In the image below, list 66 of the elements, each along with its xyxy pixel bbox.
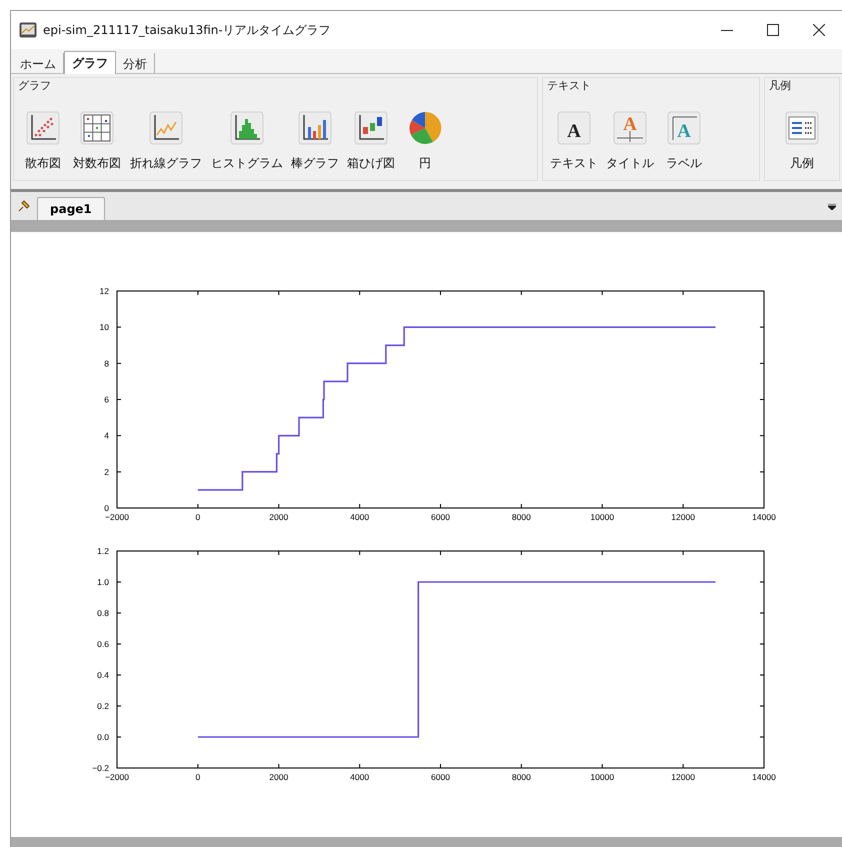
y-tick-label: 0.4 [97,670,109,680]
ribbon-button[interactable]: A ラベル [659,111,709,172]
pin-icon[interactable] [17,199,31,213]
y-tick-label: 1.0 [97,577,109,587]
ribbon-button[interactable]: A タイトル [603,111,657,172]
dropdown-arrow-icon[interactable] [828,204,836,210]
app-icon [19,22,37,38]
ribbon-button[interactable]: 箱ひげ図 [344,111,398,172]
title-icon: A [613,111,647,145]
close-icon[interactable] [813,24,825,36]
y-tick-label: 12 [100,286,109,296]
x-tick-label: 12000 [671,512,695,522]
y-tick-label: 0 [104,503,109,513]
x-tick-label: 12000 [671,772,695,782]
ribbon-tab[interactable]: 分析 [116,53,155,73]
y-tick-label: 6 [104,394,109,404]
x-tick-label: −2000 [105,772,129,782]
x-tick-label: 14000 [752,512,776,522]
text-icon: A [557,111,591,145]
group-title: テキスト [547,78,592,93]
y-tick-label: 1.2 [97,546,109,556]
label-icon: A [667,111,701,145]
grid-icon [80,111,114,145]
page-tab[interactable]: page1 [37,197,105,220]
y-tick-label: 8 [104,358,109,368]
x-tick-label: 6000 [431,512,450,522]
ribbon-button[interactable]: 対数布図 [70,111,124,172]
ribbon-tab[interactable]: グラフ [64,51,116,74]
group-title: 凡例 [769,78,792,93]
y-tick-label: 0.8 [97,608,109,618]
scatter-icon [26,111,60,145]
x-tick-label: 14000 [752,772,776,782]
x-tick-label: 4000 [350,772,370,782]
x-tick-label: 6000 [431,772,450,782]
x-tick-label: 0 [196,772,200,782]
group-title: グラフ [18,78,52,93]
x-tick-label: 4000 [350,512,370,522]
ribbon-button[interactable]: A テキスト [547,111,601,172]
box-icon [354,111,388,145]
x-tick-label: 8000 [512,772,531,782]
ribbon-button[interactable]: 折れ線グラフ [126,111,206,172]
y-tick-label: 10 [100,322,109,332]
window-title: epi-sim_211117_taisaku13fin-リアルタイムグラフ [43,22,331,38]
y-tick-label: 0.6 [97,639,109,649]
bar-icon [298,111,332,145]
x-tick-label: 2000 [269,512,288,522]
ribbon-button[interactable]: 散布図 [18,111,68,172]
x-tick-label: 10000 [590,772,614,782]
y-tick-label: 2 [104,466,109,477]
maximize-icon[interactable] [767,24,779,36]
ribbon-button[interactable]: ヒストグラム [208,111,286,172]
y-tick-label: 0.2 [97,701,109,711]
x-tick-label: 2000 [269,772,288,782]
y-tick-label: 0.0 [97,732,109,742]
x-tick-label: 10000 [590,512,614,522]
x-tick-label: 0 [196,512,200,522]
hist-icon [230,111,264,145]
ribbon-button[interactable]: 円 [400,111,450,172]
x-tick-label: 8000 [512,512,531,522]
y-tick-label: −0.2 [92,763,109,773]
pie-icon [408,111,442,145]
legend-icon [785,111,819,145]
x-tick-label: −2000 [105,512,129,522]
y-tick-label: 4 [104,430,109,441]
ribbon-button[interactable]: 棒グラフ [288,111,342,172]
ribbon-button[interactable]: 凡例 [777,111,827,172]
